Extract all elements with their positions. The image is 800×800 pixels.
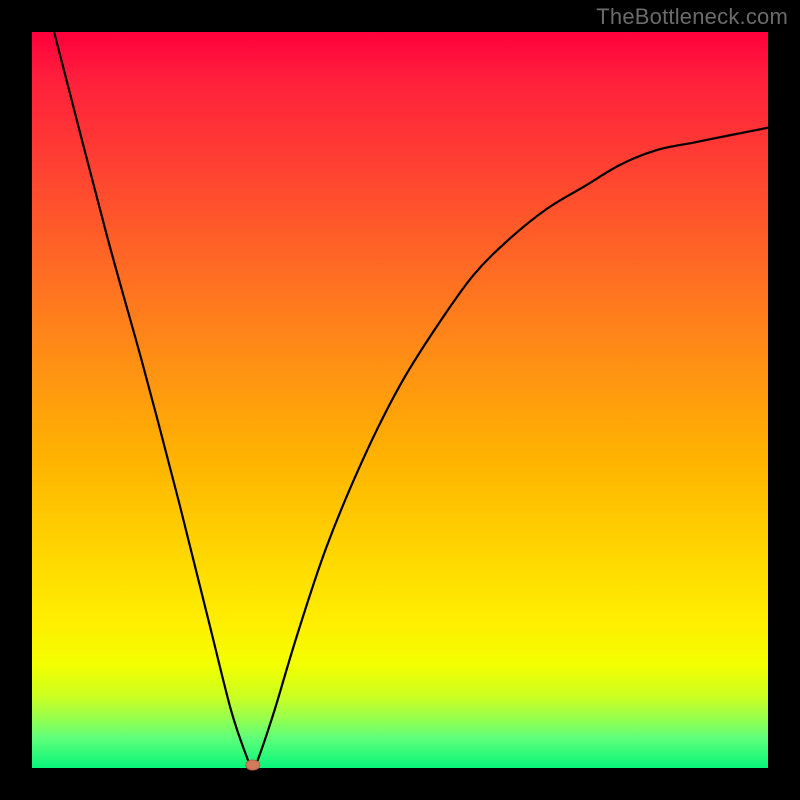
chart-frame: TheBottleneck.com	[0, 0, 800, 800]
bottleneck-curve	[54, 32, 768, 768]
minimum-marker	[246, 760, 260, 770]
curve-svg	[32, 32, 768, 768]
watermark-text: TheBottleneck.com	[596, 4, 788, 30]
